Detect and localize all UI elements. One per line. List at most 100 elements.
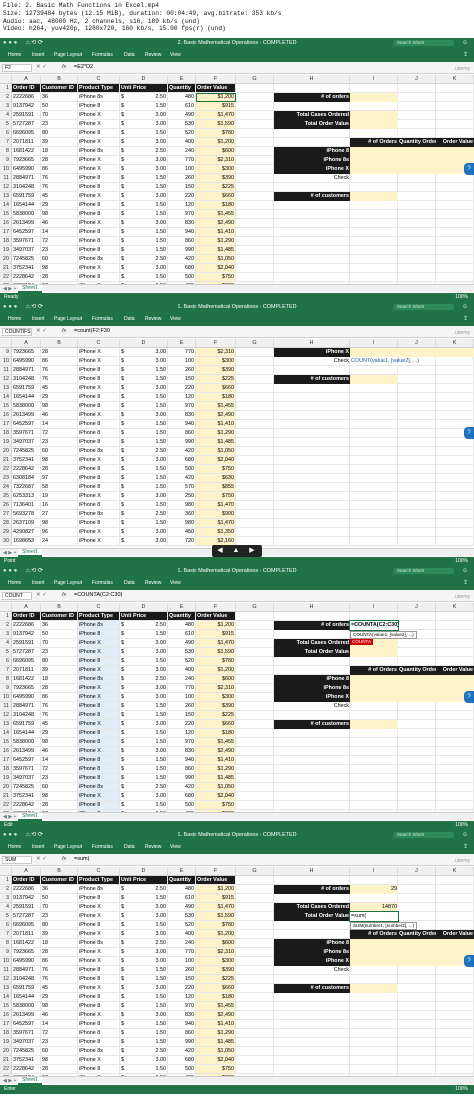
quantity-cell[interactable]: 990 xyxy=(168,774,196,783)
num-orders-label[interactable]: # of orders xyxy=(274,93,350,102)
column-header[interactable]: K xyxy=(436,867,474,876)
product-type-cell[interactable]: iPhone 8s xyxy=(78,885,120,894)
empty-cell[interactable] xyxy=(274,993,350,1002)
product-type-cell[interactable]: iPhone 8s xyxy=(78,510,120,519)
num-customers-label[interactable]: # of customers xyxy=(274,375,350,384)
empty-cell[interactable] xyxy=(436,1047,474,1056)
empty-cell[interactable] xyxy=(436,903,474,912)
unit-price-cell[interactable]: $3.00 xyxy=(120,411,168,420)
column-header[interactable]: E xyxy=(168,339,196,348)
order-id-cell[interactable]: 2222686 xyxy=(12,93,41,102)
customer-id-cell[interactable]: 45 xyxy=(41,384,78,393)
empty-cell[interactable] xyxy=(236,801,274,810)
empty-cell[interactable] xyxy=(350,966,398,975)
column-header[interactable]: H xyxy=(274,867,350,876)
row-header[interactable]: 22 xyxy=(0,1065,12,1074)
quantity-cell[interactable]: 100 xyxy=(168,357,196,366)
order-id-cell[interactable]: 3104248 xyxy=(12,183,41,192)
customer-id-cell[interactable]: 96 xyxy=(41,528,78,537)
product-type-cell[interactable]: iPhone 8 xyxy=(78,402,120,411)
customer-id-cell[interactable]: 46 xyxy=(41,1011,78,1020)
empty-cell[interactable] xyxy=(436,402,474,411)
ribbon-tab[interactable]: Data xyxy=(124,316,135,322)
order-id-cell[interactable]: 2071811 xyxy=(12,138,41,147)
empty-cell[interactable] xyxy=(436,246,474,255)
empty-cell[interactable] xyxy=(274,456,350,465)
column-header[interactable]: A xyxy=(12,339,41,348)
order-value-cell[interactable]: $390 xyxy=(196,702,236,711)
share-icon[interactable]: ⇪ xyxy=(463,315,468,322)
order-id-cell[interactable]: 2228642 xyxy=(12,465,41,474)
order-value-cell[interactable]: $2,040 xyxy=(196,1056,236,1065)
quantity-cell[interactable]: 500 xyxy=(168,273,196,282)
empty-cell[interactable] xyxy=(436,456,474,465)
order-id-cell[interactable]: 2222686 xyxy=(12,885,41,894)
order-value-cell[interactable]: $1,470 xyxy=(196,639,236,648)
quantity-cell[interactable]: 360 xyxy=(168,510,196,519)
customer-id-cell[interactable]: 14 xyxy=(41,756,78,765)
order-value-cell[interactable]: $780 xyxy=(196,921,236,930)
customer-id-cell[interactable]: 50 xyxy=(41,630,78,639)
empty-cell[interactable] xyxy=(436,729,474,738)
customer-id-cell[interactable]: 46 xyxy=(41,411,78,420)
unit-price-cell[interactable]: $1.50 xyxy=(120,756,168,765)
empty-cell[interactable] xyxy=(436,129,474,138)
empty-cell[interactable] xyxy=(274,273,350,282)
empty-cell[interactable] xyxy=(236,420,274,429)
order-id-cell[interactable]: 6591759 xyxy=(12,192,41,201)
row-header[interactable]: 17 xyxy=(0,1020,12,1029)
order-id-cell[interactable]: 6495990 xyxy=(12,957,41,966)
customer-id-cell[interactable]: 72 xyxy=(41,1029,78,1038)
empty-cell[interactable] xyxy=(350,483,398,492)
order-value-cell[interactable]: $1,455 xyxy=(196,402,236,411)
empty-cell[interactable] xyxy=(436,912,474,921)
quantity-cell[interactable]: 250 xyxy=(168,492,196,501)
column-header[interactable]: H xyxy=(274,339,350,348)
unit-price-cell[interactable]: $3.00 xyxy=(120,912,168,921)
formula-input[interactable]: =COUNTA(C2:C30) xyxy=(72,592,470,600)
quantity-cell[interactable]: 830 xyxy=(168,219,196,228)
product-num-orders-cell[interactable] xyxy=(350,693,398,702)
column-header[interactable]: F xyxy=(196,339,236,348)
empty-cell[interactable] xyxy=(350,183,398,192)
empty-cell[interactable] xyxy=(398,738,436,747)
num-orders-col-header[interactable]: # of Orders xyxy=(350,930,398,939)
row-header[interactable]: 22 xyxy=(0,465,12,474)
empty-cell[interactable] xyxy=(274,510,350,519)
order-id-cell[interactable]: 2884971 xyxy=(12,966,41,975)
empty-cell[interactable] xyxy=(398,474,436,483)
order-value-cell[interactable]: $1,050 xyxy=(196,447,236,456)
empty-cell[interactable] xyxy=(436,747,474,756)
order-id-cell[interactable]: 2591591 xyxy=(12,111,41,120)
column-header[interactable]: G xyxy=(236,603,274,612)
ribbon-tab[interactable]: Home xyxy=(8,580,21,586)
empty-cell[interactable] xyxy=(274,129,350,138)
quantity-cell[interactable]: 860 xyxy=(168,237,196,246)
download-icon[interactable]: ▶ xyxy=(244,545,260,557)
order-id-cell[interactable]: 1698653 xyxy=(12,537,41,546)
table-header-cell[interactable]: Quantity xyxy=(168,876,196,885)
empty-cell[interactable] xyxy=(236,483,274,492)
empty-cell[interactable] xyxy=(236,876,274,885)
empty-cell[interactable] xyxy=(236,765,274,774)
row-header[interactable]: 10 xyxy=(0,165,12,174)
column-header[interactable]: I xyxy=(350,339,398,348)
empty-cell[interactable] xyxy=(236,174,274,183)
sheet-tab[interactable]: Sheet1 xyxy=(18,813,42,821)
empty-cell[interactable] xyxy=(436,210,474,219)
product-type-cell[interactable]: iPhone X xyxy=(78,957,120,966)
order-value-cell[interactable]: $1,200 xyxy=(196,666,236,675)
empty-cell[interactable] xyxy=(436,84,474,93)
unit-price-cell[interactable]: $3.00 xyxy=(120,456,168,465)
check-label[interactable]: Check xyxy=(274,357,350,366)
empty-cell[interactable] xyxy=(436,783,474,792)
unit-price-cell[interactable]: $3.00 xyxy=(120,903,168,912)
customer-id-cell[interactable]: 24 xyxy=(41,537,78,546)
product-row-label[interactable]: iPhone 8s xyxy=(274,948,350,957)
order-value-cell[interactable]: $1,290 xyxy=(196,1029,236,1038)
order-id-cell[interactable]: 5727287 xyxy=(12,912,41,921)
order-value-cell[interactable]: $1,485 xyxy=(196,774,236,783)
empty-cell[interactable] xyxy=(436,273,474,282)
empty-cell[interactable] xyxy=(398,903,436,912)
product-type-cell[interactable]: iPhone X xyxy=(78,537,120,546)
